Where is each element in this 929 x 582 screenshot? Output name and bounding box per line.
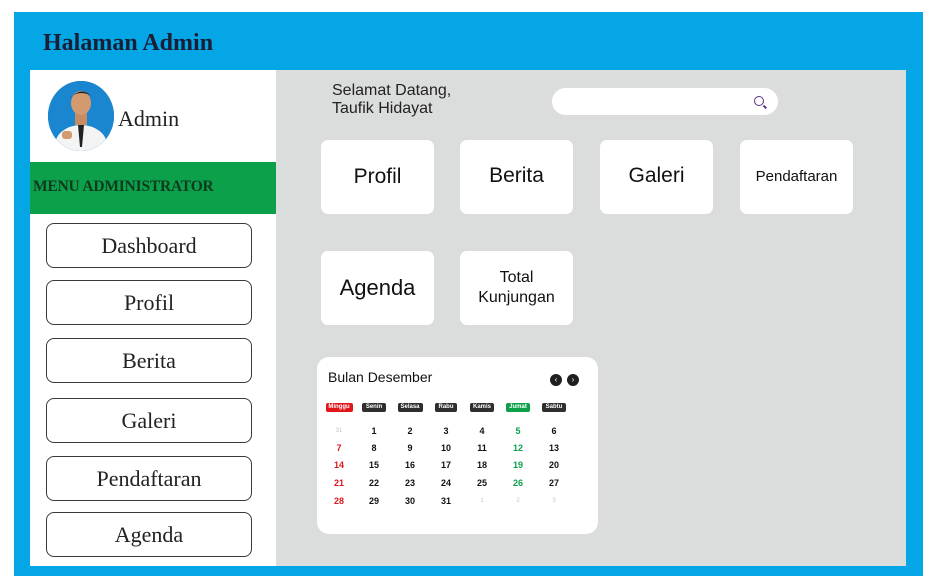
- calendar-day[interactable]: 6: [544, 426, 564, 436]
- calendar-day[interactable]: 1: [364, 426, 384, 436]
- chevron-left-icon[interactable]: ‹: [550, 374, 562, 386]
- calendar-day[interactable]: 29: [364, 496, 384, 506]
- calendar-day[interactable]: 3: [544, 498, 564, 504]
- calendar-day[interactable]: 4: [472, 426, 492, 436]
- nav-profil-button[interactable]: Profil: [46, 280, 252, 325]
- calendar-day[interactable]: 2: [400, 426, 420, 436]
- card-total-kunjungan[interactable]: Total Kunjungan: [460, 251, 573, 325]
- welcome-user: Taufik Hidayat: [332, 100, 433, 117]
- calendar-day[interactable]: 19: [508, 460, 528, 470]
- card-agenda[interactable]: Agenda: [321, 251, 434, 325]
- calendar-day[interactable]: 27: [544, 478, 564, 488]
- calendar-day[interactable]: 18: [472, 460, 492, 470]
- calendar-day[interactable]: 14: [329, 460, 349, 470]
- card-pendaftaran[interactable]: Pendaftaran: [740, 140, 853, 214]
- calendar-day[interactable]: 31: [436, 496, 456, 506]
- search-icon[interactable]: [754, 96, 764, 106]
- card-galeri[interactable]: Galeri: [600, 140, 713, 214]
- calendar-day[interactable]: 23: [400, 478, 420, 488]
- calendar-day[interactable]: 11: [472, 443, 492, 453]
- welcome-greeting: Selamat Datang,: [332, 82, 452, 99]
- calendar-day[interactable]: 20: [544, 460, 564, 470]
- calendar-day[interactable]: 13: [544, 443, 564, 453]
- calendar-day[interactable]: 8: [364, 443, 384, 453]
- nav-dashboard-button[interactable]: Dashboard: [46, 223, 252, 268]
- calendar-day[interactable]: 3: [436, 426, 456, 436]
- nav-agenda-button[interactable]: Agenda: [46, 512, 252, 557]
- calendar-day[interactable]: 10: [436, 443, 456, 453]
- sidebar: Admin MENU ADMINISTRATOR Dashboard Profi…: [30, 70, 276, 566]
- calendar-day[interactable]: 7: [329, 443, 349, 453]
- search-input[interactable]: [552, 88, 778, 115]
- menu-header: MENU ADMINISTRATOR: [30, 162, 276, 214]
- calendar-day[interactable]: 31: [329, 428, 349, 434]
- calendar-day[interactable]: 22: [364, 478, 384, 488]
- admin-name: Admin: [118, 106, 180, 131]
- weekday-minggu: Minggu: [325, 403, 353, 412]
- user-profile: Admin: [30, 70, 276, 162]
- nav-berita-button[interactable]: Berita: [46, 338, 252, 383]
- main-content: Selamat Datang, Taufik Hidayat Profil Be…: [276, 70, 906, 566]
- menu-header-label: MENU ADMINISTRATOR: [33, 178, 214, 195]
- calendar-day[interactable]: 15: [364, 460, 384, 470]
- card-berita[interactable]: Berita: [460, 140, 573, 214]
- calendar-day[interactable]: 5: [508, 426, 528, 436]
- calendar-day[interactable]: 28: [329, 496, 349, 506]
- calendar-day[interactable]: 21: [329, 478, 349, 488]
- calendar-widget: Bulan Desember ‹ › Minggu Senin Selasa Rabu…: [317, 357, 598, 534]
- calendar-day[interactable]: 12: [508, 443, 528, 453]
- calendar-day[interactable]: 25: [472, 478, 492, 488]
- calendar-day[interactable]: 1: [472, 498, 492, 504]
- page-title: Halaman Admin: [43, 30, 214, 56]
- calendar-day[interactable]: 9: [400, 443, 420, 453]
- weekday-senin: Senin: [362, 403, 386, 412]
- admin-avatar[interactable]: [48, 81, 114, 151]
- calendar-day[interactable]: 16: [400, 460, 420, 470]
- calendar-day[interactable]: 24: [436, 478, 456, 488]
- weekday-rabu: Rabu: [435, 403, 457, 412]
- weekday-kamis: Kamis: [470, 403, 494, 412]
- calendar-title: Bulan Desember: [328, 369, 433, 385]
- weekday-selasa: Selasa: [397, 403, 423, 412]
- calendar-day[interactable]: 17: [436, 460, 456, 470]
- weekday-jumat: Jumat: [506, 403, 530, 412]
- welcome-text: Selamat Datang, Taufik Hidayat: [332, 82, 451, 118]
- chevron-right-icon[interactable]: ›: [567, 374, 579, 386]
- calendar-day[interactable]: 2: [508, 498, 528, 504]
- nav-pendaftaran-button[interactable]: Pendaftaran: [46, 456, 252, 501]
- nav-galeri-button[interactable]: Galeri: [46, 398, 252, 443]
- weekday-sabtu: Sabtu: [542, 403, 566, 412]
- card-profil[interactable]: Profil: [321, 140, 434, 214]
- calendar-day[interactable]: 26: [508, 478, 528, 488]
- calendar-day[interactable]: 30: [400, 496, 420, 506]
